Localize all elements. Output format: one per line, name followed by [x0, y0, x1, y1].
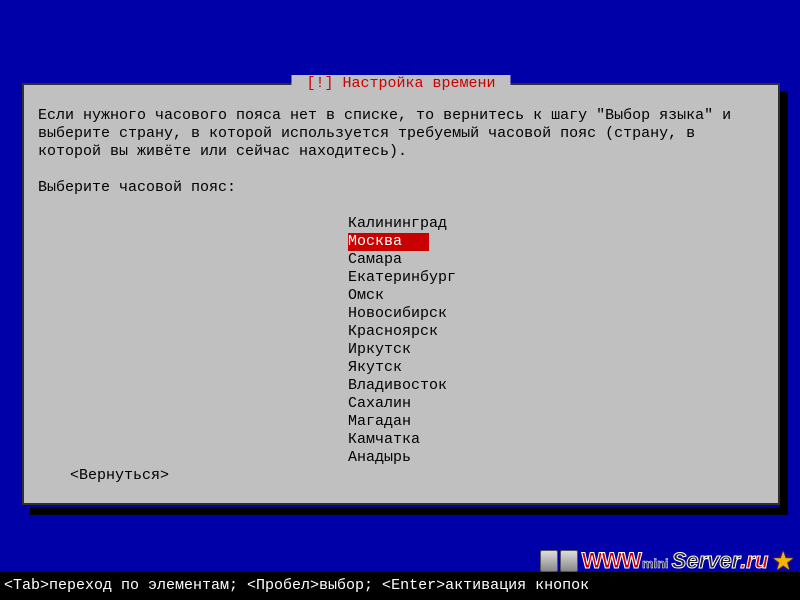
timezone-option[interactable]: Екатеринбург [348, 269, 456, 287]
logo-www: WWW [582, 548, 641, 574]
timezone-option[interactable]: Анадырь [348, 449, 429, 467]
logo-mini: mini [642, 556, 669, 572]
dialog-body: Если нужного часового пояса нет в списке… [24, 85, 778, 477]
dialog-shadow-right [780, 91, 788, 515]
prompt-text: Выберите часовой пояс: [38, 179, 764, 197]
timezone-option[interactable]: Камчатка [348, 431, 429, 449]
dialog-title: [!] Настройка времени [291, 75, 510, 93]
logo-ru: .ru [740, 548, 768, 574]
timezone-option[interactable]: Новосибирск [348, 305, 447, 323]
instructions-text: Если нужного часового пояса нет в списке… [38, 107, 764, 161]
watermark-logo: WWW mini Server .ru ★ [540, 548, 794, 574]
keyboard-hint-bar: <Tab>переход по элементам; <Пробел>выбор… [0, 572, 800, 600]
timezone-option[interactable]: Москва [348, 233, 429, 251]
timezone-option[interactable]: Иркутск [348, 341, 429, 359]
timezone-list[interactable]: КалининградМоскваСамараЕкатеринбургОмскН… [348, 215, 764, 467]
back-button[interactable]: <Вернуться> [70, 467, 169, 485]
logo-server: Server [672, 548, 741, 574]
timezone-option[interactable]: Магадан [348, 413, 429, 431]
timezone-option[interactable]: Калининград [348, 215, 447, 233]
timezone-option[interactable]: Омск [348, 287, 429, 305]
dialog-shadow [30, 507, 788, 515]
timezone-dialog: [!] Настройка времени Если нужного часов… [22, 83, 780, 505]
timezone-option[interactable]: Владивосток [348, 377, 447, 395]
server-icon [540, 550, 578, 572]
timezone-option[interactable]: Сахалин [348, 395, 429, 413]
star-icon: ★ [772, 550, 794, 572]
timezone-option[interactable]: Красноярск [348, 323, 438, 341]
timezone-option[interactable]: Якутск [348, 359, 429, 377]
logo-text: WWW mini Server .ru [582, 548, 769, 574]
timezone-option[interactable]: Самара [348, 251, 429, 269]
